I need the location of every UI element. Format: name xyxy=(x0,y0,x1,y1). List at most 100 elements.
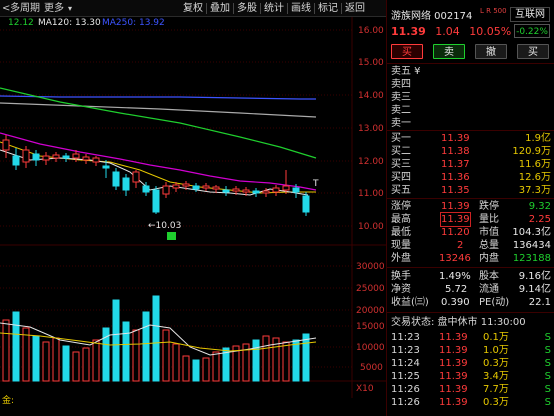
svg-text:11.00: 11.00 xyxy=(358,189,384,199)
volume-bar xyxy=(22,327,30,382)
svg-text:13.00: 13.00 xyxy=(358,124,384,134)
svg-text:20000: 20000 xyxy=(356,306,385,316)
volume-bar xyxy=(252,339,260,382)
stock-badge: L R 500 xyxy=(480,7,507,15)
svg-text:X10: X10 xyxy=(356,384,374,394)
volume-bar xyxy=(72,351,80,382)
candle-body xyxy=(162,185,170,195)
volume-bar xyxy=(282,341,290,382)
candle-body xyxy=(2,139,10,151)
adjust-button[interactable]: 复权 xyxy=(180,2,206,15)
buy-row-1[interactable]: 买一 11.39 1.9亿 xyxy=(387,132,554,145)
buy-row-3[interactable]: 买三 11.37 11.6万 xyxy=(387,158,554,171)
more-chevron-icon[interactable]: ▾ xyxy=(68,2,72,15)
volume-bar xyxy=(52,337,60,382)
multi-stock-button[interactable]: 多股 xyxy=(234,2,260,15)
mark-button[interactable]: 标记 xyxy=(315,2,341,15)
multi-period-button[interactable]: 多周期 xyxy=(10,2,40,15)
stat-row-low: 最低 11.20 市值 104.3亿 xyxy=(391,227,551,238)
svg-text:5000: 5000 xyxy=(360,363,383,373)
stat-row-nav: 净资 5.72 流通 9.14亿 xyxy=(391,284,551,295)
candle-body xyxy=(202,185,210,189)
candle-body xyxy=(102,165,110,169)
candle-body xyxy=(92,157,100,163)
volume-bar xyxy=(62,345,70,382)
volume-bars xyxy=(2,295,310,382)
draw-line-button[interactable]: 画线 xyxy=(288,2,314,15)
overlay-button[interactable]: 叠加 xyxy=(207,2,233,15)
volume-bar xyxy=(92,339,100,382)
return-button[interactable]: 返回 xyxy=(342,2,368,15)
candle-body xyxy=(192,185,200,190)
volume-bar xyxy=(302,333,310,382)
stat-row-eps: 收益(㈢) 0.390 PE(动) 22.1 xyxy=(391,297,551,308)
volume-bar xyxy=(12,311,20,382)
volume-bar xyxy=(262,335,270,382)
candle-body xyxy=(32,153,40,161)
quote-panel: 游族网络 002174 L R 500 互联网 11.39 1.04 10.05… xyxy=(386,0,554,416)
volume-bar xyxy=(292,339,300,382)
min-price-marker: ←10.03 xyxy=(148,221,181,231)
ma20-line xyxy=(0,132,317,191)
industry-link[interactable]: 互联网 xyxy=(510,7,550,22)
ma10-line xyxy=(0,141,316,194)
svg-text:12.00: 12.00 xyxy=(358,157,384,167)
volume-bar xyxy=(172,343,180,382)
candle-body xyxy=(252,190,260,194)
more-trade-button[interactable]: 买 xyxy=(517,44,549,59)
svg-text:10.00: 10.00 xyxy=(358,222,384,232)
candle-body xyxy=(272,187,280,193)
trade-tick: 11:26 11.39 0.3万 S xyxy=(391,397,551,408)
sell-row-3: 卖三 xyxy=(391,92,411,103)
sell-row-2: 卖二 xyxy=(391,105,411,116)
candle-body xyxy=(12,155,20,166)
trade-tick: 11:23 11.39 0.1万 S xyxy=(391,332,551,343)
buy-button[interactable]: 买 xyxy=(391,44,423,59)
price-gridlines xyxy=(0,29,352,227)
candle-body xyxy=(262,190,270,194)
buy-row-4[interactable]: 买四 11.36 12.6万 xyxy=(387,171,554,184)
candle-body xyxy=(172,184,180,189)
price-change-pct: 10.05% xyxy=(469,25,512,38)
candle-body xyxy=(62,155,70,159)
volume-bar xyxy=(122,321,130,382)
price-axis: 16.00 15.00 14.00 13.00 12.00 11.00 10.0… xyxy=(358,26,384,232)
candle-body xyxy=(132,171,140,183)
volume-bar xyxy=(202,357,210,382)
trade-tick: 11:24 11.39 0.3万 S xyxy=(391,358,551,369)
volume-bar xyxy=(32,335,40,382)
svg-text:15.00: 15.00 xyxy=(358,58,384,68)
volume-bar xyxy=(42,341,50,382)
volume-axis: 30000 25000 20000 15000 10000 5000 X10 xyxy=(356,262,385,394)
stock-title: 游族网络 002174 xyxy=(391,11,473,22)
ma120-line xyxy=(0,102,317,118)
stat-row-limit: 涨停 11.39 跌停 9.32 xyxy=(391,201,551,212)
buy-row-5[interactable]: 买五 11.35 37.3万 xyxy=(387,184,554,197)
statistics-button[interactable]: 统计 xyxy=(261,2,287,15)
sell-button[interactable]: 卖 xyxy=(433,44,465,59)
stat-row-volume: 现量 2 总量 136434 xyxy=(391,240,551,251)
kline-chart[interactable]: ←10.03 T 16.00 15.00 14.00 13.00 12.00 1… xyxy=(0,17,386,410)
stat-row-turnover: 换手 1.49% 股本 9.16亿 xyxy=(391,271,551,282)
current-price: 11.39 xyxy=(391,25,426,38)
candle-body xyxy=(182,183,190,187)
candle-body xyxy=(52,154,60,159)
svg-text:15000: 15000 xyxy=(356,322,385,332)
svg-text:16.00: 16.00 xyxy=(358,26,384,36)
candle-body xyxy=(282,185,290,191)
buy-row-2[interactable]: 买二 11.38 120.9万 xyxy=(387,145,554,158)
trade-tick: 11:23 11.39 1.0万 S xyxy=(391,345,551,356)
more-button[interactable]: 更多 xyxy=(44,2,64,15)
candle-body xyxy=(142,185,150,193)
candle-body xyxy=(212,186,220,190)
promo-marker[interactable] xyxy=(167,232,176,240)
sell-row-5: 卖五 ¥ xyxy=(391,66,421,77)
candle-body xyxy=(82,156,90,161)
volume-bar xyxy=(2,319,10,382)
cancel-button[interactable]: 撤 xyxy=(475,44,507,59)
candle-body xyxy=(22,149,30,163)
industry-change-pct: -0.22% xyxy=(514,24,550,38)
candle-body xyxy=(222,189,230,193)
svg-text:14.00: 14.00 xyxy=(358,91,384,101)
candle-body xyxy=(232,188,240,192)
